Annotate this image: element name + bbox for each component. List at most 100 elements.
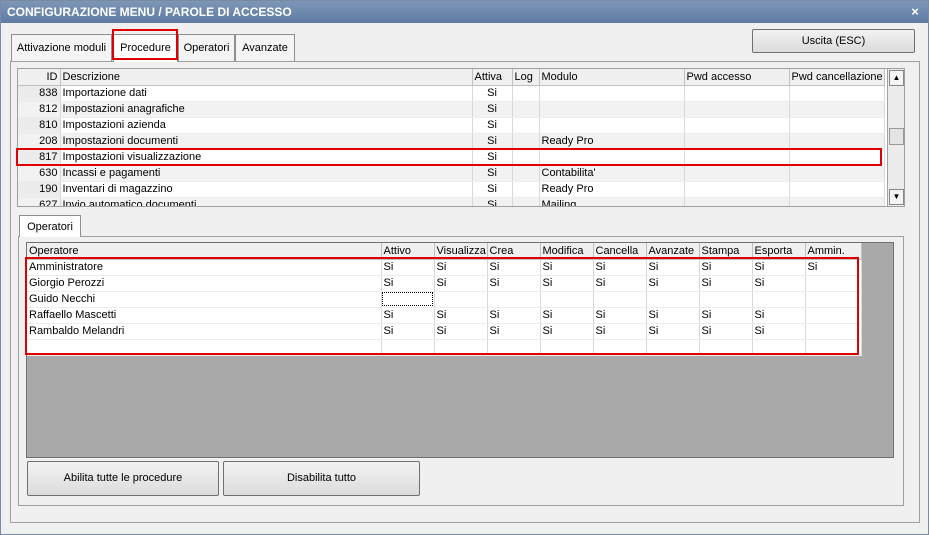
cell-modulo[interactable] <box>539 85 685 102</box>
cell-visualizza[interactable]: Si <box>434 307 488 324</box>
cell-pwd-accesso[interactable] <box>684 165 790 182</box>
cell-attiva[interactable]: Si <box>472 85 513 102</box>
table-row[interactable]: 838 Importazione dati Si <box>18 85 885 102</box>
cell-pwd-cancellazione[interactable] <box>789 165 885 182</box>
cell-ammin[interactable] <box>805 323 862 340</box>
cell-visualizza[interactable]: Si <box>434 275 488 292</box>
cell-stampa[interactable]: Si <box>699 307 753 324</box>
tab-procedure[interactable]: Procedure <box>113 34 178 62</box>
cell-crea[interactable]: Si <box>487 259 541 276</box>
cell-stampa[interactable] <box>699 339 753 356</box>
cell-pwd-accesso[interactable] <box>684 181 790 198</box>
cell-pwd-cancellazione[interactable] <box>789 133 885 150</box>
cell-attivo[interactable]: Si <box>381 323 435 340</box>
cell-modifica[interactable]: Si <box>540 307 594 324</box>
cell-cancella[interactable]: Si <box>593 259 647 276</box>
cell-attiva[interactable]: Si <box>472 133 513 150</box>
cell-crea[interactable] <box>487 291 541 308</box>
cell-stampa[interactable] <box>699 291 753 308</box>
cell-pwd-accesso[interactable] <box>684 101 790 118</box>
table-row[interactable]: 810 Impostazioni azienda Si <box>18 117 885 134</box>
cell-modulo[interactable]: Ready Pro <box>539 181 685 198</box>
exit-button[interactable]: Uscita (ESC) <box>752 29 915 53</box>
cell-log[interactable] <box>512 197 540 206</box>
scroll-down-icon[interactable]: ▼ <box>889 189 904 205</box>
cell-visualizza[interactable] <box>434 339 488 356</box>
cell-esporta[interactable]: Si <box>752 323 806 340</box>
cell-avanzate[interactable]: Si <box>646 307 700 324</box>
cell-modifica[interactable] <box>540 291 594 308</box>
col-cancella[interactable]: Cancella <box>593 243 647 260</box>
disable-all-button[interactable]: Disabilita tutto <box>223 461 420 496</box>
table-row[interactable]: Guido Necchi <box>27 291 862 308</box>
cell-descrizione[interactable]: Impostazioni documenti <box>60 133 473 150</box>
cell-ammin[interactable] <box>805 275 862 292</box>
cell-modifica[interactable]: Si <box>540 323 594 340</box>
col-ammin[interactable]: Ammin. <box>805 243 862 260</box>
cell-visualizza[interactable] <box>434 291 488 308</box>
cell-pwd-accesso[interactable] <box>684 197 790 206</box>
cell-avanzate[interactable]: Si <box>646 323 700 340</box>
cell-id[interactable]: 630 <box>18 165 61 182</box>
cell-id[interactable]: 190 <box>18 181 61 198</box>
cell-attivo[interactable] <box>381 291 435 308</box>
cell-attivo[interactable]: Si <box>381 275 435 292</box>
col-attiva[interactable]: Attiva <box>472 69 513 86</box>
cell-id[interactable]: 838 <box>18 85 61 102</box>
cell-modulo[interactable]: Mailing <box>539 197 685 206</box>
cell-modulo[interactable]: Ready Pro <box>539 133 685 150</box>
tab-avanzate[interactable]: Avanzate <box>235 34 295 61</box>
procedures-grid[interactable]: ID Descrizione Attiva Log Modulo Pwd acc… <box>17 68 905 207</box>
cell-esporta[interactable]: Si <box>752 307 806 324</box>
cell-operatore[interactable]: Giorgio Perozzi <box>27 275 382 292</box>
cell-modulo[interactable]: Contabilita' <box>539 165 685 182</box>
tab-operatori-sub[interactable]: Operatori <box>19 215 81 237</box>
cell-avanzate[interactable] <box>646 339 700 356</box>
cell-visualizza[interactable]: Si <box>434 259 488 276</box>
cell-log[interactable] <box>512 149 540 166</box>
cell-attiva[interactable]: Si <box>472 165 513 182</box>
cell-visualizza[interactable]: Si <box>434 323 488 340</box>
cell-pwd-accesso[interactable] <box>684 149 790 166</box>
cell-ammin[interactable] <box>805 307 862 324</box>
col-descrizione[interactable]: Descrizione <box>60 69 473 86</box>
table-row-selected[interactable]: 817 Impostazioni visualizzazione Si <box>18 149 885 166</box>
operators-grid[interactable]: Operatore Attivo Visualizza Crea Modific… <box>26 242 894 458</box>
cell-cancella[interactable] <box>593 339 647 356</box>
col-id[interactable]: ID <box>18 69 61 86</box>
cell-attiva[interactable]: Si <box>472 181 513 198</box>
cell-descrizione[interactable]: Inventari di magazzino <box>60 181 473 198</box>
cell-modulo[interactable] <box>539 101 685 118</box>
cell-pwd-cancellazione[interactable] <box>789 117 885 134</box>
cell-pwd-accesso[interactable] <box>684 85 790 102</box>
close-icon[interactable]: × <box>908 1 922 23</box>
cell-attivo[interactable]: Si <box>381 259 435 276</box>
cell-ammin[interactable]: Si <box>805 259 862 276</box>
tab-attivazione-moduli[interactable]: Attivazione moduli <box>11 34 112 61</box>
cell-modifica[interactable]: Si <box>540 259 594 276</box>
cell-operatore[interactable]: Raffaello Mascetti <box>27 307 382 324</box>
cell-cancella[interactable]: Si <box>593 323 647 340</box>
cell-pwd-cancellazione[interactable] <box>789 85 885 102</box>
table-row[interactable]: Giorgio Perozzi Si Si Si Si Si Si Si Si <box>27 275 862 292</box>
cell-stampa[interactable]: Si <box>699 275 753 292</box>
col-stampa[interactable]: Stampa <box>699 243 753 260</box>
cell-descrizione[interactable]: Impostazioni visualizzazione <box>60 149 473 166</box>
cell-pwd-cancellazione[interactable] <box>789 149 885 166</box>
cell-descrizione[interactable]: Impostazioni anagrafiche <box>60 101 473 118</box>
table-row[interactable]: 627 Invio automatico documenti Si Mailing <box>18 197 885 206</box>
cell-descrizione[interactable]: Invio automatico documenti <box>60 197 473 206</box>
cell-cancella[interactable]: Si <box>593 275 647 292</box>
cell-attivo[interactable]: Si <box>381 307 435 324</box>
cell-crea[interactable] <box>487 339 541 356</box>
cell-avanzate[interactable]: Si <box>646 259 700 276</box>
cell-pwd-accesso[interactable] <box>684 117 790 134</box>
col-modifica[interactable]: Modifica <box>540 243 594 260</box>
cell-crea[interactable]: Si <box>487 307 541 324</box>
cell-log[interactable] <box>512 101 540 118</box>
cell-esporta[interactable]: Si <box>752 259 806 276</box>
cell-attiva[interactable]: Si <box>472 149 513 166</box>
col-pwd-cancellazione[interactable]: Pwd cancellazione <box>789 69 885 86</box>
cell-pwd-accesso[interactable] <box>684 133 790 150</box>
cell-attiva[interactable]: Si <box>472 197 513 206</box>
